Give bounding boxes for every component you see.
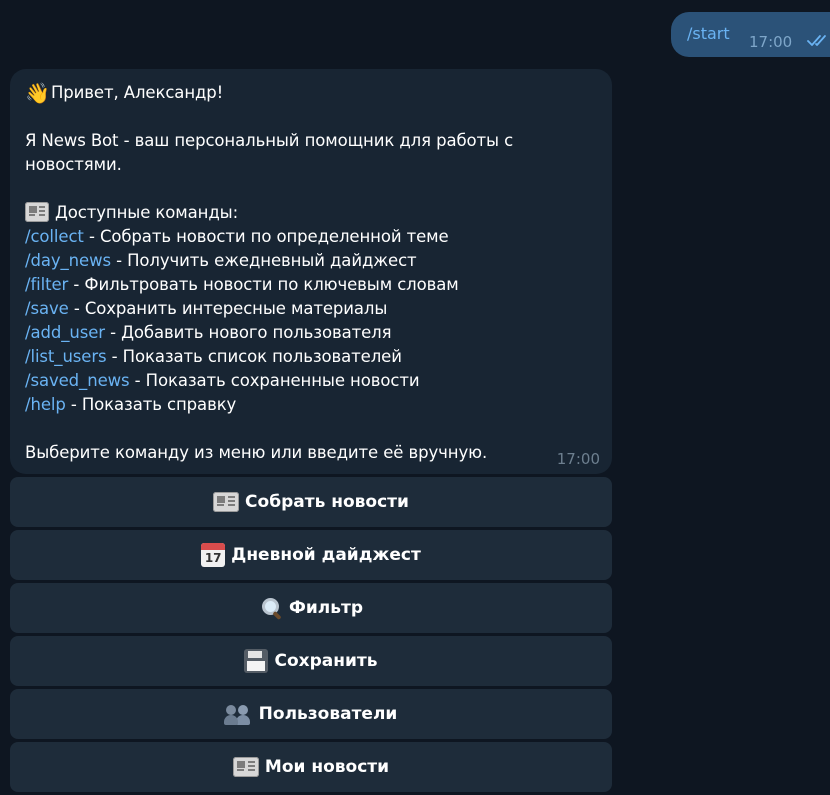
- newspaper-icon: [25, 202, 49, 222]
- greeting-text: Привет, Александр!: [51, 83, 224, 102]
- daily-digest-button[interactable]: 17 Дневной дайджест: [10, 530, 612, 580]
- command-desc-saved-news: - Показать сохраненные новости: [129, 371, 420, 390]
- chat-area: /start 17:00 👋Привет, Александр! Я News …: [0, 0, 830, 792]
- outgoing-message[interactable]: /start 17:00: [671, 12, 830, 57]
- command-desc-help: - Показать справку: [65, 395, 237, 414]
- filter-button-label: Фильтр: [289, 598, 363, 618]
- collect-news-button[interactable]: Собрать новости: [10, 477, 612, 527]
- incoming-message[interactable]: 👋Привет, Александр! Я News Bot - ваш пер…: [10, 69, 612, 474]
- save-button-label: Сохранить: [274, 651, 378, 671]
- command-link-save[interactable]: /save: [25, 299, 69, 318]
- command-item-save: /save - Сохранить интересные материалы: [25, 297, 597, 321]
- command-link-add-user[interactable]: /add_user: [25, 323, 105, 342]
- command-item-list-users: /list_users - Показать список пользовате…: [25, 345, 597, 369]
- command-desc-list-users: - Показать список пользователей: [106, 347, 402, 366]
- commands-header: Доступные команды:: [25, 201, 597, 225]
- command-desc-save: - Сохранить интересные материалы: [68, 299, 388, 318]
- incoming-message-time: 17:00: [556, 450, 600, 468]
- calendar-icon: 17: [201, 543, 226, 567]
- users-button[interactable]: Пользователи: [10, 689, 612, 739]
- command-link-saved-news[interactable]: /saved_news: [25, 371, 130, 390]
- command-item-add-user: /add_user - Добавить нового пользователя: [25, 321, 597, 345]
- double-check-icon: [807, 35, 826, 46]
- filter-button[interactable]: Фильтр: [10, 583, 612, 633]
- commands-header-text: Доступные команды:: [55, 203, 239, 222]
- incoming-message-text: 👋Привет, Александр! Я News Bot - ваш пер…: [25, 81, 597, 465]
- my-news-button[interactable]: Мои новости: [10, 742, 612, 792]
- command-link-help[interactable]: /help: [25, 395, 66, 414]
- intro-line-2: новостями.: [25, 155, 122, 174]
- inline-keyboard: Собрать новости 17 Дневной дайджест Филь…: [10, 477, 612, 795]
- greeting-line: 👋Привет, Александр!: [25, 81, 597, 105]
- command-item-filter: /filter - Фильтровать новости по ключевы…: [25, 273, 597, 297]
- command-desc-collect: - Собрать новости по определенной теме: [83, 227, 449, 246]
- floppy-disk-icon: [244, 649, 269, 673]
- command-desc-filter: - Фильтровать новости по ключевым словам: [68, 275, 459, 294]
- footer-text: Выберите команду из меню или введите её …: [25, 443, 488, 462]
- command-desc-day-news: - Получить ежедневный дайджест: [110, 251, 417, 270]
- command-link-list-users[interactable]: /list_users: [25, 347, 107, 366]
- command-item-saved-news: /saved_news - Показать сохраненные новос…: [25, 369, 597, 393]
- calendar-icon-day: 17: [204, 551, 222, 565]
- command-link-collect[interactable]: /collect: [25, 227, 84, 246]
- command-item-collect: /collect - Собрать новости по определенн…: [25, 225, 597, 249]
- waving-hand-icon: 👋: [25, 81, 50, 105]
- outgoing-message-time: 17:00: [749, 33, 793, 51]
- newspaper-icon: [232, 757, 259, 777]
- command-item-help: /help - Показать справку: [25, 393, 597, 417]
- command-desc-add-user: - Добавить нового пользователя: [104, 323, 392, 342]
- command-link-filter[interactable]: /filter: [25, 275, 68, 294]
- users-button-label: Пользователи: [258, 704, 398, 724]
- collect-news-button-label: Собрать новости: [245, 492, 409, 512]
- save-button[interactable]: Сохранить: [10, 636, 612, 686]
- my-news-button-label: Мои новости: [264, 757, 390, 777]
- intro-line-1: Я News Bot - ваш персональный помощник д…: [25, 131, 514, 150]
- outgoing-message-text[interactable]: /start: [687, 24, 730, 44]
- command-link-day-news[interactable]: /day_news: [25, 251, 111, 270]
- magnifier-icon: [259, 596, 283, 620]
- daily-digest-button-label: Дневной дайджест: [231, 545, 421, 565]
- newspaper-icon: [213, 492, 240, 512]
- users-icon: [223, 703, 253, 725]
- command-item-day-news: /day_news - Получить ежедневный дайджест: [25, 249, 597, 273]
